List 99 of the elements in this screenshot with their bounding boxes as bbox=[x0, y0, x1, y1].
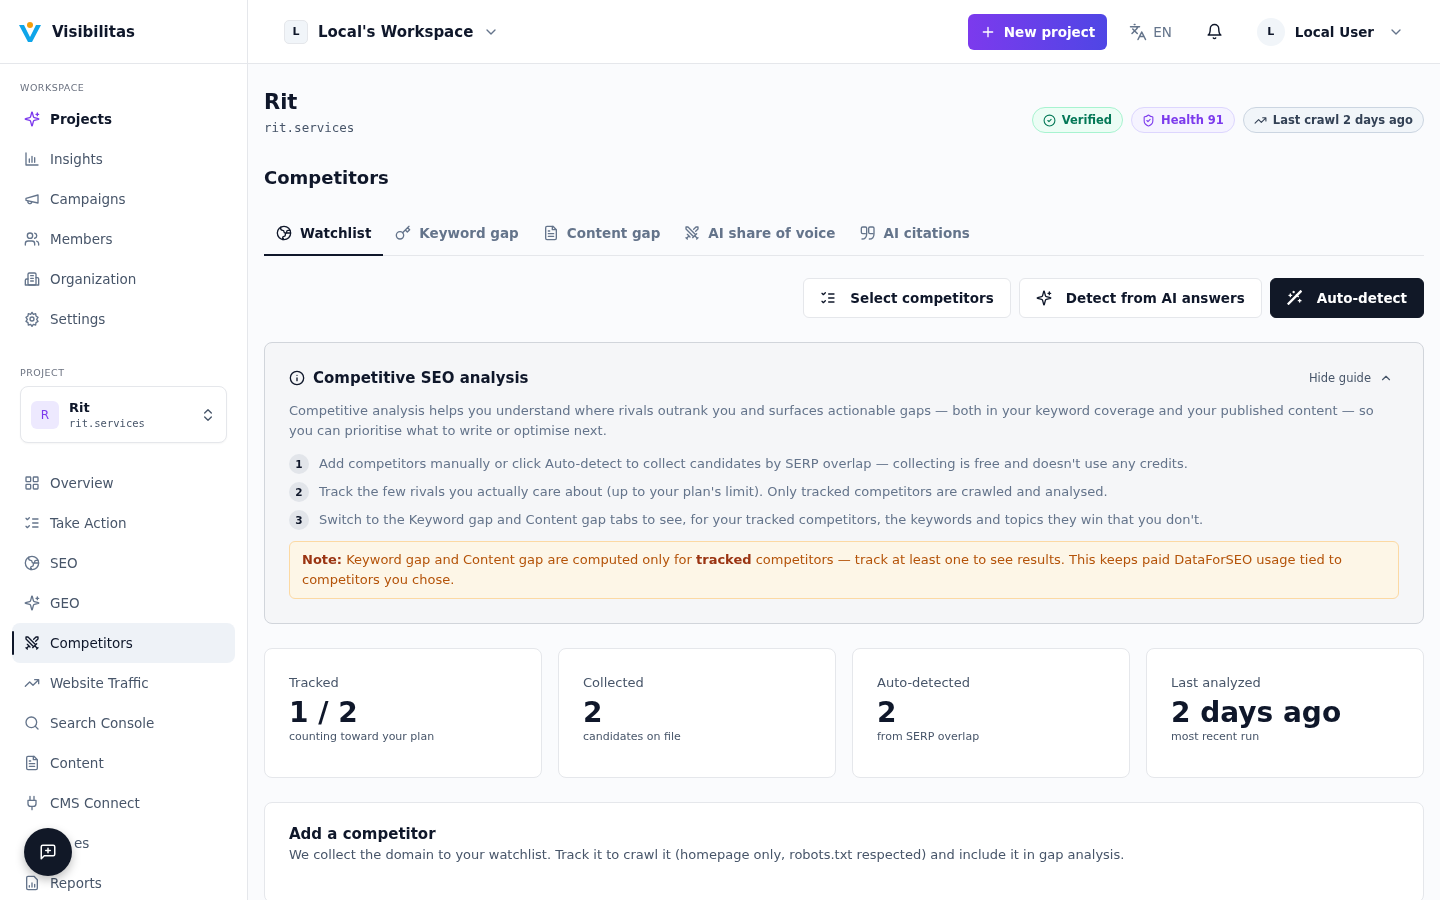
check-circle-icon bbox=[1042, 113, 1056, 127]
stat-value: 2 bbox=[583, 696, 604, 730]
user-avatar: L bbox=[1256, 17, 1285, 46]
stat-value: 2 days ago bbox=[1171, 696, 1343, 730]
settings-icon bbox=[24, 311, 40, 327]
project-name: Rit bbox=[69, 400, 91, 415]
stat-caption: most recent run bbox=[1171, 730, 1261, 743]
stat-caption: candidates on file bbox=[583, 730, 682, 743]
project-switcher[interactable]: R Rit rit.services bbox=[20, 386, 227, 443]
sparkles-icon bbox=[1035, 290, 1052, 306]
project-domain: rit.services bbox=[264, 120, 355, 135]
tab[interactable]: Content gap bbox=[530, 212, 673, 256]
sidebar-item[interactable]: Search Console bbox=[12, 703, 235, 743]
stat-label: Collected bbox=[583, 675, 645, 690]
bar-chart-icon bbox=[24, 151, 40, 167]
globe-icon bbox=[276, 225, 292, 241]
sidebar-item[interactable]: Projects bbox=[12, 99, 235, 139]
quote-icon bbox=[859, 225, 876, 241]
sidebar-item[interactable]: Insights bbox=[12, 139, 235, 179]
status-badge: Health 91 bbox=[1131, 107, 1235, 133]
action-button[interactable]: Select competitors bbox=[803, 278, 1011, 318]
users-icon bbox=[24, 231, 40, 247]
section-label: WORKSPACE bbox=[19, 82, 86, 93]
step-number: 3 bbox=[289, 510, 309, 530]
swords-icon bbox=[684, 225, 701, 241]
sidebar-item[interactable]: Take Action bbox=[12, 503, 235, 543]
note-callout: Note: Keyword gap and Content gap are computed only for tracked competitors — track at least one to see results. This keeps paid DataForSEO usage tied to competitors you chose. bbox=[289, 541, 1399, 599]
sidebar-item[interactable]: Campaigns bbox=[12, 179, 235, 219]
document-icon bbox=[24, 755, 40, 771]
tab[interactable]: Watchlist bbox=[264, 212, 384, 256]
key-icon bbox=[395, 225, 412, 241]
stat-label: Auto-detected bbox=[877, 675, 971, 690]
report-icon bbox=[24, 875, 40, 891]
language-switcher[interactable]: EN bbox=[1129, 22, 1172, 41]
step-text: Track the few rivals you actually care about (up to your plan's limit). Only tracked competitors are crawled and analysed. bbox=[319, 483, 1108, 499]
message-plus-icon bbox=[39, 843, 57, 861]
tab[interactable]: AI share of voice bbox=[672, 212, 848, 256]
action-button[interactable]: Detect from AI answers bbox=[1018, 278, 1262, 318]
grid-icon bbox=[24, 475, 40, 491]
plug-icon bbox=[24, 795, 40, 811]
sidebar-item[interactable]: Members bbox=[12, 219, 235, 259]
sidebar-item[interactable]: CMS Connect bbox=[12, 783, 235, 823]
step-text: Add competitors manually or click Auto-detect to collect candidates by SERP overlap — collecting is free and doesn't use any credits. bbox=[319, 455, 1188, 471]
action-button[interactable]: Auto-detect bbox=[1269, 278, 1424, 318]
search-icon bbox=[24, 715, 40, 731]
workspace-avatar: L bbox=[284, 19, 308, 44]
step-text: Switch to the Keyword gap and Content gap tabs to see, for your tracked competitors, the keywords and topics they win that you don't. bbox=[319, 511, 1204, 527]
building-icon bbox=[24, 271, 40, 287]
sidebar-item[interactable]: es bbox=[12, 823, 235, 863]
card-description: We collect the domain to your watchlist. Track it to crawl it (homepage only, robots.txt respected) and include it in gap analysis. bbox=[289, 847, 1126, 862]
sidebar-item[interactable]: Website Traffic bbox=[12, 663, 235, 703]
stat-label: Last analyzed bbox=[1171, 675, 1262, 690]
new-project-button[interactable]: New project bbox=[967, 13, 1108, 50]
step-number: 2 bbox=[289, 482, 309, 502]
checklist-icon bbox=[24, 515, 40, 531]
status-badge: Verified bbox=[1031, 107, 1124, 133]
globe-icon bbox=[24, 555, 40, 571]
checklist-icon bbox=[820, 290, 837, 306]
tab[interactable]: Keyword gap bbox=[383, 212, 531, 256]
wand-icon bbox=[1286, 290, 1303, 306]
sidebar-item[interactable]: Content bbox=[12, 743, 235, 783]
swords-icon bbox=[24, 635, 40, 651]
tab[interactable]: AI citations bbox=[847, 212, 982, 256]
stat-caption: counting toward your plan bbox=[289, 730, 436, 743]
sidebar-item[interactable]: Reports bbox=[12, 863, 235, 900]
section-title: Competitors bbox=[264, 167, 390, 188]
feedback-button[interactable] bbox=[24, 828, 72, 876]
bell-icon bbox=[1205, 23, 1223, 40]
stat-value: 1 / 2 bbox=[289, 696, 359, 730]
logo-icon bbox=[18, 20, 42, 43]
project-domain: rit.services bbox=[69, 417, 146, 429]
user-menu[interactable]: L Local User bbox=[1256, 17, 1404, 46]
sidebar-item[interactable]: SEO bbox=[12, 543, 235, 583]
sidebar-item[interactable]: Organization bbox=[12, 259, 235, 299]
sidebar-item[interactable]: Competitors bbox=[12, 623, 235, 663]
sidebar-item[interactable]: GEO bbox=[12, 583, 235, 623]
step-number: 1 bbox=[289, 454, 309, 474]
shield-icon bbox=[1142, 113, 1156, 127]
sidebar-item[interactable]: Settings bbox=[12, 299, 235, 339]
guide-title: Competitive SEO analysis bbox=[313, 369, 530, 387]
project-avatar: R bbox=[31, 400, 59, 429]
page-title: Rit bbox=[264, 90, 299, 114]
hide-guide-button[interactable]: Hide guide bbox=[1302, 370, 1399, 386]
stat-label: Tracked bbox=[289, 675, 340, 690]
info-icon bbox=[289, 370, 305, 386]
card-title: Add a competitor bbox=[289, 825, 437, 843]
stat-value: 2 bbox=[877, 696, 898, 730]
brand-name: Visibilitas bbox=[52, 22, 135, 41]
stat-caption: from SERP overlap bbox=[877, 730, 981, 743]
guide-intro: Competitive analysis helps you understand where rivals outrank you and surfaces actionable gaps — both in your keyword coverage and your published content — so you can prioritise what to write or optimise next. bbox=[289, 402, 1375, 440]
workspace-switcher[interactable]: L Local's Workspace bbox=[284, 19, 500, 44]
sparkles-icon bbox=[24, 595, 40, 611]
status-badge: Last crawl 2 days ago bbox=[1242, 107, 1424, 133]
section-label: PROJECT bbox=[19, 367, 66, 378]
sidebar-item[interactable]: Overview bbox=[12, 463, 235, 503]
translate-icon bbox=[1129, 22, 1148, 41]
megaphone-icon bbox=[24, 191, 40, 207]
document-icon bbox=[542, 225, 559, 241]
sparkles-icon bbox=[24, 111, 40, 127]
